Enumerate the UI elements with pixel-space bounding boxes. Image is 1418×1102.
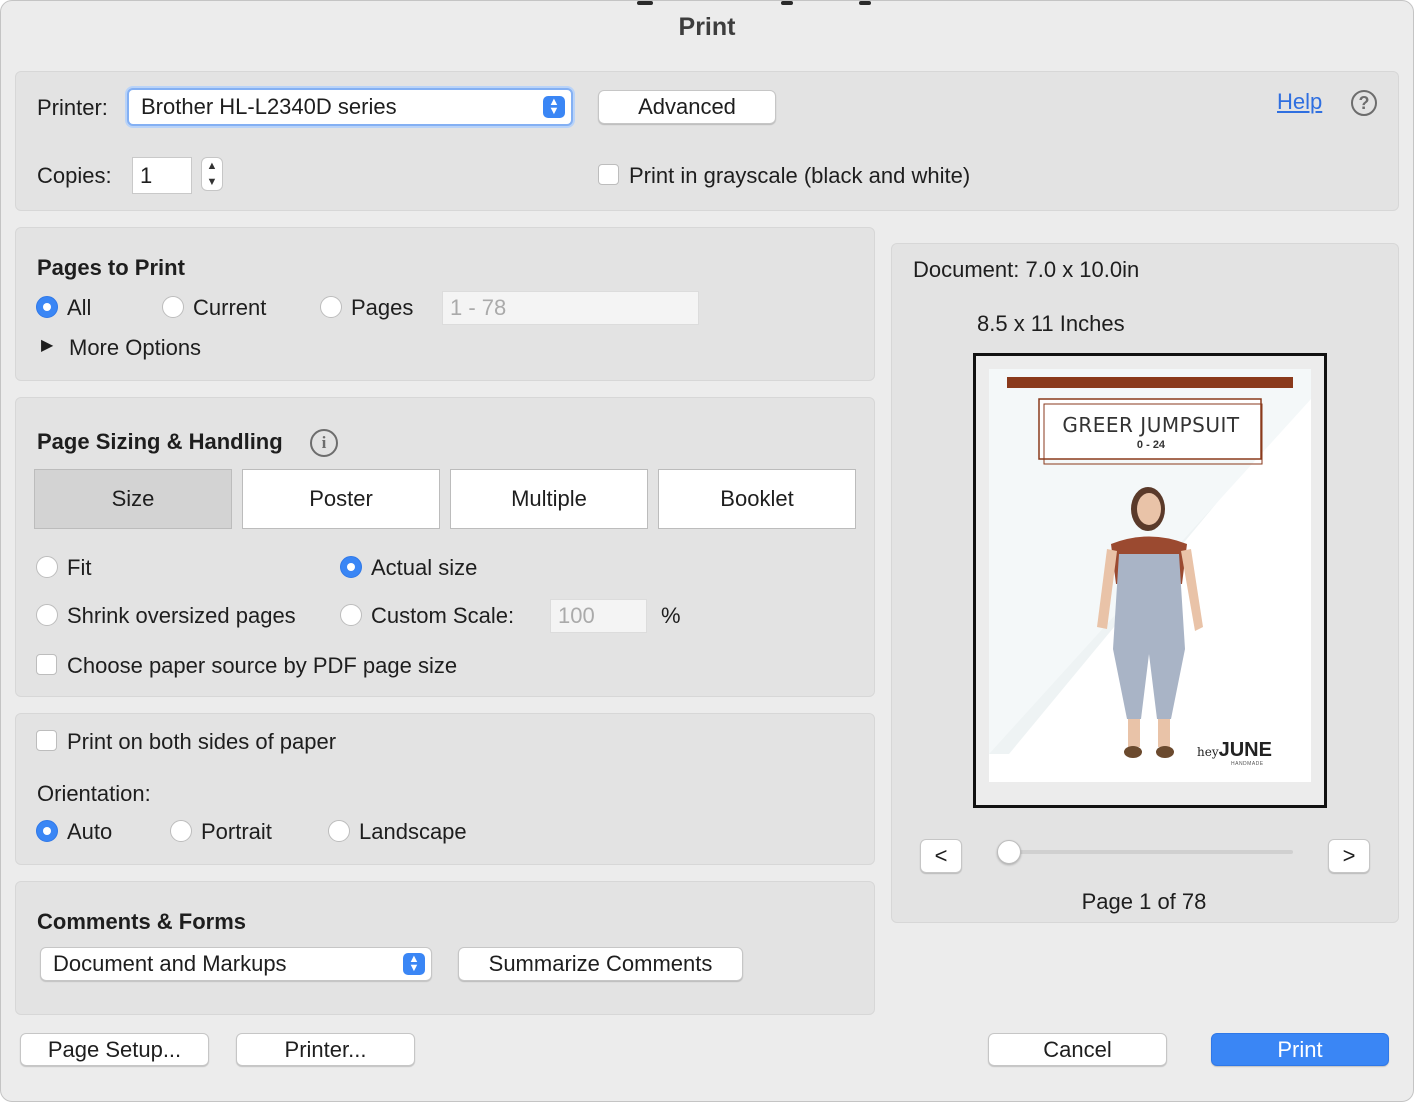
pages-to-print-heading: Pages to Print — [37, 255, 185, 280]
dialog-title: Print — [678, 13, 736, 41]
duplex-checkbox[interactable] — [36, 730, 57, 751]
grayscale-checkbox[interactable] — [598, 164, 619, 185]
background-window-edge — [781, 1, 793, 5]
fit-radio[interactable] — [36, 556, 58, 578]
copies-stepper[interactable]: ▲ ▼ — [201, 157, 223, 191]
page-range-label: Pages — [351, 295, 414, 320]
orientation-portrait-label: Portrait — [201, 819, 272, 844]
tab-multiple[interactable]: Multiple — [450, 469, 648, 529]
info-icon[interactable]: i — [310, 429, 338, 457]
document-size-label: Document: 7.0 x 10.0in — [913, 257, 1140, 282]
shrink-oversized-label: Shrink oversized pages — [67, 603, 296, 628]
brand-logo: heyJUNE — [1197, 739, 1272, 762]
page-preview: GREER JUMPSUIT 0 - 24 heyJUNE HANDMADE — [973, 353, 1327, 808]
actual-size-radio[interactable] — [340, 556, 362, 578]
summarize-comments-button[interactable]: Summarize Comments — [458, 947, 743, 981]
comments-forms-select-value: Document and Markups — [53, 951, 287, 976]
grayscale-label: Print in grayscale (black and white) — [629, 163, 971, 188]
more-options-label[interactable]: More Options — [69, 335, 201, 361]
page-indicator: Page 1 of 78 — [1081, 889, 1207, 914]
printer-label: Printer: — [37, 95, 108, 120]
custom-scale-label: Custom Scale: — [371, 603, 515, 628]
page-slider-track[interactable] — [997, 840, 1293, 864]
print-button[interactable]: Print — [1211, 1033, 1389, 1066]
chevron-updown-icon: ▲ ▼ — [543, 96, 565, 118]
percent-label: % — [661, 603, 681, 628]
comments-forms-heading: Comments & Forms — [37, 909, 247, 934]
orientation-landscape-radio[interactable] — [328, 820, 350, 842]
paper-size-label: 8.5 x 11 Inches — [977, 311, 1125, 336]
help-icon[interactable]: ? — [1351, 90, 1377, 116]
all-pages-radio[interactable] — [36, 296, 58, 318]
brand-prefix: hey — [1197, 745, 1219, 759]
actual-size-label: Actual size — [371, 555, 478, 580]
orientation-auto-label: Auto — [67, 819, 113, 844]
page-setup-button[interactable]: Page Setup... — [20, 1033, 209, 1066]
duplex-label: Print on both sides of paper — [67, 729, 337, 754]
background-window-edge — [859, 1, 871, 5]
preview-page-image: GREER JUMPSUIT 0 - 24 heyJUNE HANDMADE — [989, 369, 1311, 782]
current-page-radio[interactable] — [162, 296, 184, 318]
printer-select-value: Brother HL-L2340D series — [141, 94, 397, 119]
brand-name: JUNE — [1218, 739, 1272, 761]
paper-source-checkbox[interactable] — [36, 654, 57, 675]
page-sizing-heading: Page Sizing & Handling — [37, 429, 283, 454]
chevron-updown-icon: ▲ ▼ — [403, 953, 425, 975]
disclosure-triangle-icon[interactable]: ▶ — [41, 335, 53, 355]
printer-select[interactable]: Brother HL-L2340D series ▲ ▼ — [127, 88, 573, 126]
page-slider-thumb[interactable] — [997, 840, 1021, 864]
print-dialog: Print Printer: Brother HL-L2340D series … — [0, 0, 1414, 1102]
cancel-button[interactable]: Cancel — [988, 1033, 1167, 1066]
next-page-button[interactable]: > — [1328, 839, 1370, 873]
fit-label: Fit — [67, 555, 92, 580]
background-window-edge — [637, 1, 653, 5]
advanced-button[interactable]: Advanced — [598, 90, 776, 124]
copies-label: Copies: — [37, 163, 112, 188]
orientation-landscape-label: Landscape — [359, 819, 467, 844]
cover-sizes: 0 - 24 — [1136, 439, 1166, 451]
orientation-label: Orientation: — [37, 781, 151, 806]
comments-forms-select[interactable]: Document and Markups ▲ ▼ — [40, 947, 432, 981]
previous-page-button[interactable]: < — [920, 839, 962, 873]
page-range-radio[interactable] — [320, 296, 342, 318]
chevron-up-icon[interactable]: ▲ — [202, 160, 222, 172]
custom-scale-input[interactable]: 100 — [550, 599, 647, 633]
page-range-input[interactable]: 1 - 78 — [442, 291, 699, 325]
copies-input[interactable]: 1 — [132, 157, 192, 194]
tab-poster[interactable]: Poster — [242, 469, 440, 529]
shrink-oversized-radio[interactable] — [36, 604, 58, 626]
brand-subtitle: HANDMADE — [1231, 761, 1264, 767]
all-pages-label: All — [67, 295, 92, 320]
cover-title: GREER JUMPSUIT — [1062, 413, 1240, 437]
chevron-down-icon[interactable]: ▼ — [202, 176, 222, 188]
help-link[interactable]: Help — [1277, 89, 1322, 115]
orientation-portrait-radio[interactable] — [170, 820, 192, 842]
custom-scale-radio[interactable] — [340, 604, 362, 626]
printer-dialog-button[interactable]: Printer... — [236, 1033, 415, 1066]
tab-size[interactable]: Size — [34, 469, 232, 529]
tab-booklet[interactable]: Booklet — [658, 469, 856, 529]
orientation-auto-radio[interactable] — [36, 820, 58, 842]
current-page-label: Current — [193, 295, 267, 320]
paper-source-label: Choose paper source by PDF page size — [67, 653, 458, 678]
